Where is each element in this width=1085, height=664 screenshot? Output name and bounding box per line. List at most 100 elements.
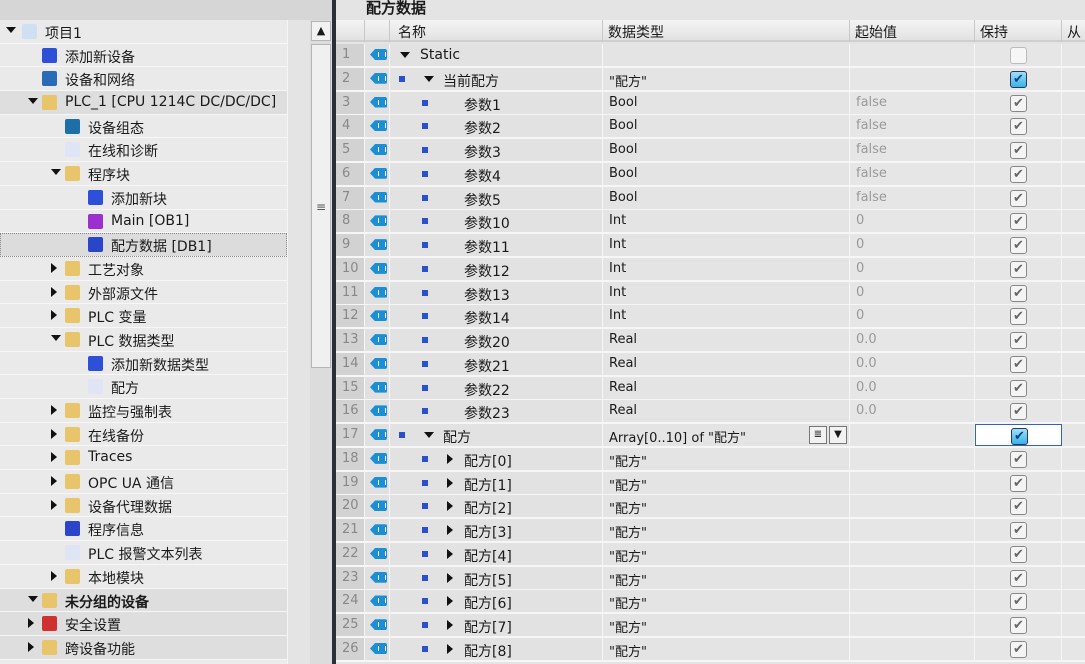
start-value-cell[interactable]: 0.0 xyxy=(850,329,975,352)
name-cell[interactable]: 配方[4] xyxy=(390,542,603,565)
header-datatype[interactable]: 数据类型 xyxy=(603,20,850,42)
name-cell[interactable]: 参数21 xyxy=(390,352,603,375)
row-number[interactable]: 9 xyxy=(336,234,365,257)
start-value-cell[interactable] xyxy=(850,614,975,637)
tree-item[interactable]: Traces xyxy=(0,446,287,471)
tree-item[interactable]: Main [OB1] xyxy=(0,209,287,234)
collapse-arrow-icon[interactable] xyxy=(424,432,434,439)
name-cell[interactable]: 配方[8] xyxy=(390,638,603,660)
tree-item[interactable]: OPC UA 通信 xyxy=(0,470,287,494)
start-value-cell[interactable]: false xyxy=(850,115,975,138)
expand-arrow-icon[interactable] xyxy=(51,476,57,487)
name-cell[interactable]: 参数14 xyxy=(390,305,603,328)
retain-cell[interactable]: ✔ xyxy=(975,566,1062,589)
datatype-cell[interactable]: Int xyxy=(603,281,850,304)
table-row[interactable]: 17 配方 Array[0..10] of "配方" ≣ ▼ ✔ xyxy=(336,424,1085,448)
datatype-cell[interactable]: "配方" xyxy=(603,471,850,494)
retain-checkbox[interactable]: ✔ xyxy=(1010,70,1027,88)
tree-item[interactable]: 添加新设备 xyxy=(0,43,287,68)
name-cell[interactable]: 参数10 xyxy=(390,210,603,233)
expand-arrow-icon[interactable] xyxy=(447,644,453,654)
row-number[interactable]: 4 xyxy=(336,115,365,138)
expand-arrow-icon[interactable] xyxy=(447,572,453,583)
row-number[interactable]: 10 xyxy=(336,257,365,280)
scroll-up-button[interactable]: ▲ xyxy=(311,21,331,41)
expand-arrow-icon[interactable] xyxy=(447,525,453,536)
datatype-cell[interactable]: "配方" xyxy=(603,566,850,589)
table-row[interactable]: 2 当前配方 "配方" ✔ xyxy=(336,67,1085,92)
start-value-cell[interactable] xyxy=(850,519,975,542)
datatype-cell[interactable]: Real xyxy=(603,352,850,375)
name-cell[interactable]: 配方[1] xyxy=(390,471,603,494)
start-value-cell[interactable]: 0 xyxy=(850,257,975,280)
datatype-cell[interactable]: Bool xyxy=(603,162,850,185)
row-number[interactable]: 26 xyxy=(336,638,365,660)
retain-cell[interactable]: ✔ xyxy=(975,91,1062,114)
start-value-cell[interactable]: 0.0 xyxy=(850,400,975,423)
retain-checkbox[interactable]: ✔ xyxy=(1010,165,1027,183)
name-cell[interactable]: 参数12 xyxy=(390,257,603,280)
row-number[interactable]: 21 xyxy=(336,519,365,542)
datatype-cell[interactable] xyxy=(603,44,850,66)
start-value-cell[interactable]: false xyxy=(850,91,975,114)
retain-cell[interactable]: ✔ xyxy=(975,495,1062,518)
table-row[interactable]: 13 参数20 Real 0.0 ✔ xyxy=(336,329,1085,353)
retain-checkbox[interactable]: ✔ xyxy=(1011,428,1028,446)
row-number[interactable]: 24 xyxy=(336,590,365,613)
retain-checkbox[interactable]: ✔ xyxy=(1010,641,1027,658)
retain-cell[interactable]: ✔ xyxy=(975,115,1062,138)
row-number[interactable]: 18 xyxy=(336,447,365,470)
retain-checkbox[interactable]: ✔ xyxy=(1010,498,1027,516)
project-tree-scrollbar[interactable]: ▲ ≡ xyxy=(310,20,332,664)
tree-item[interactable]: 程序块 xyxy=(0,162,287,186)
expand-arrow-icon[interactable] xyxy=(447,477,453,488)
retain-checkbox[interactable] xyxy=(1010,47,1027,64)
start-value-cell[interactable] xyxy=(850,638,975,660)
tree-item[interactable]: 安全设置 xyxy=(0,612,287,636)
datatype-cell[interactable]: Real xyxy=(603,400,850,423)
retain-cell[interactable]: ✔ xyxy=(975,139,1062,162)
retain-cell[interactable]: ✔ xyxy=(975,471,1062,494)
tree-item[interactable]: 项目1 xyxy=(0,20,287,44)
expand-arrow-icon[interactable] xyxy=(28,641,34,652)
expand-arrow-icon[interactable] xyxy=(51,570,57,581)
tree-item[interactable]: 设备和网络 xyxy=(0,67,287,92)
start-value-cell[interactable] xyxy=(850,424,975,447)
retain-cell[interactable]: ✔ xyxy=(975,352,1062,375)
name-cell[interactable]: 参数1 xyxy=(390,91,603,114)
row-number[interactable]: 11 xyxy=(336,281,365,304)
retain-cell[interactable]: ✔ xyxy=(975,257,1062,280)
table-row[interactable]: 10 参数12 Int 0 ✔ xyxy=(336,257,1085,282)
table-row[interactable]: 23 配方[5] "配方" ✔ xyxy=(336,566,1085,591)
row-number[interactable]: 2 xyxy=(336,67,365,90)
tree-item[interactable]: 设备组态 xyxy=(0,114,287,139)
tree-item[interactable]: 监控与强制表 xyxy=(0,399,287,423)
start-value-cell[interactable]: 0 xyxy=(850,305,975,328)
datatype-cell[interactable]: "配方" xyxy=(603,519,850,542)
name-cell[interactable]: 配方[7] xyxy=(390,614,603,637)
name-cell[interactable]: 参数4 xyxy=(390,162,603,185)
retain-cell[interactable]: ✔ xyxy=(975,424,1062,447)
retain-checkbox[interactable]: ✔ xyxy=(1010,450,1027,468)
name-cell[interactable]: 配方 xyxy=(390,424,603,447)
start-value-cell[interactable] xyxy=(850,447,975,470)
row-number[interactable]: 17 xyxy=(336,424,365,447)
retain-cell[interactable] xyxy=(975,44,1062,66)
datatype-cell[interactable]: Int xyxy=(603,210,850,233)
row-number[interactable]: 19 xyxy=(336,471,365,494)
retain-checkbox[interactable]: ✔ xyxy=(1010,332,1027,350)
retain-cell[interactable]: ✔ xyxy=(975,400,1062,423)
tree-item[interactable]: 本地模块 xyxy=(0,564,287,589)
retain-checkbox[interactable]: ✔ xyxy=(1010,284,1027,302)
tree-item[interactable]: 程序信息 xyxy=(0,517,287,542)
table-row[interactable]: 24 配方[6] "配方" ✔ xyxy=(336,590,1085,615)
retain-cell[interactable]: ✔ xyxy=(975,67,1062,90)
collapse-arrow-icon[interactable] xyxy=(28,98,38,105)
row-number[interactable]: 12 xyxy=(336,305,365,328)
row-number[interactable]: 14 xyxy=(336,352,365,375)
table-row[interactable]: 26 配方[8] "配方" ✔ xyxy=(336,638,1085,662)
retain-checkbox[interactable]: ✔ xyxy=(1010,379,1027,397)
row-number[interactable]: 22 xyxy=(336,542,365,565)
name-cell[interactable]: 配方[0] xyxy=(390,447,603,470)
name-cell[interactable]: 参数11 xyxy=(390,234,603,257)
